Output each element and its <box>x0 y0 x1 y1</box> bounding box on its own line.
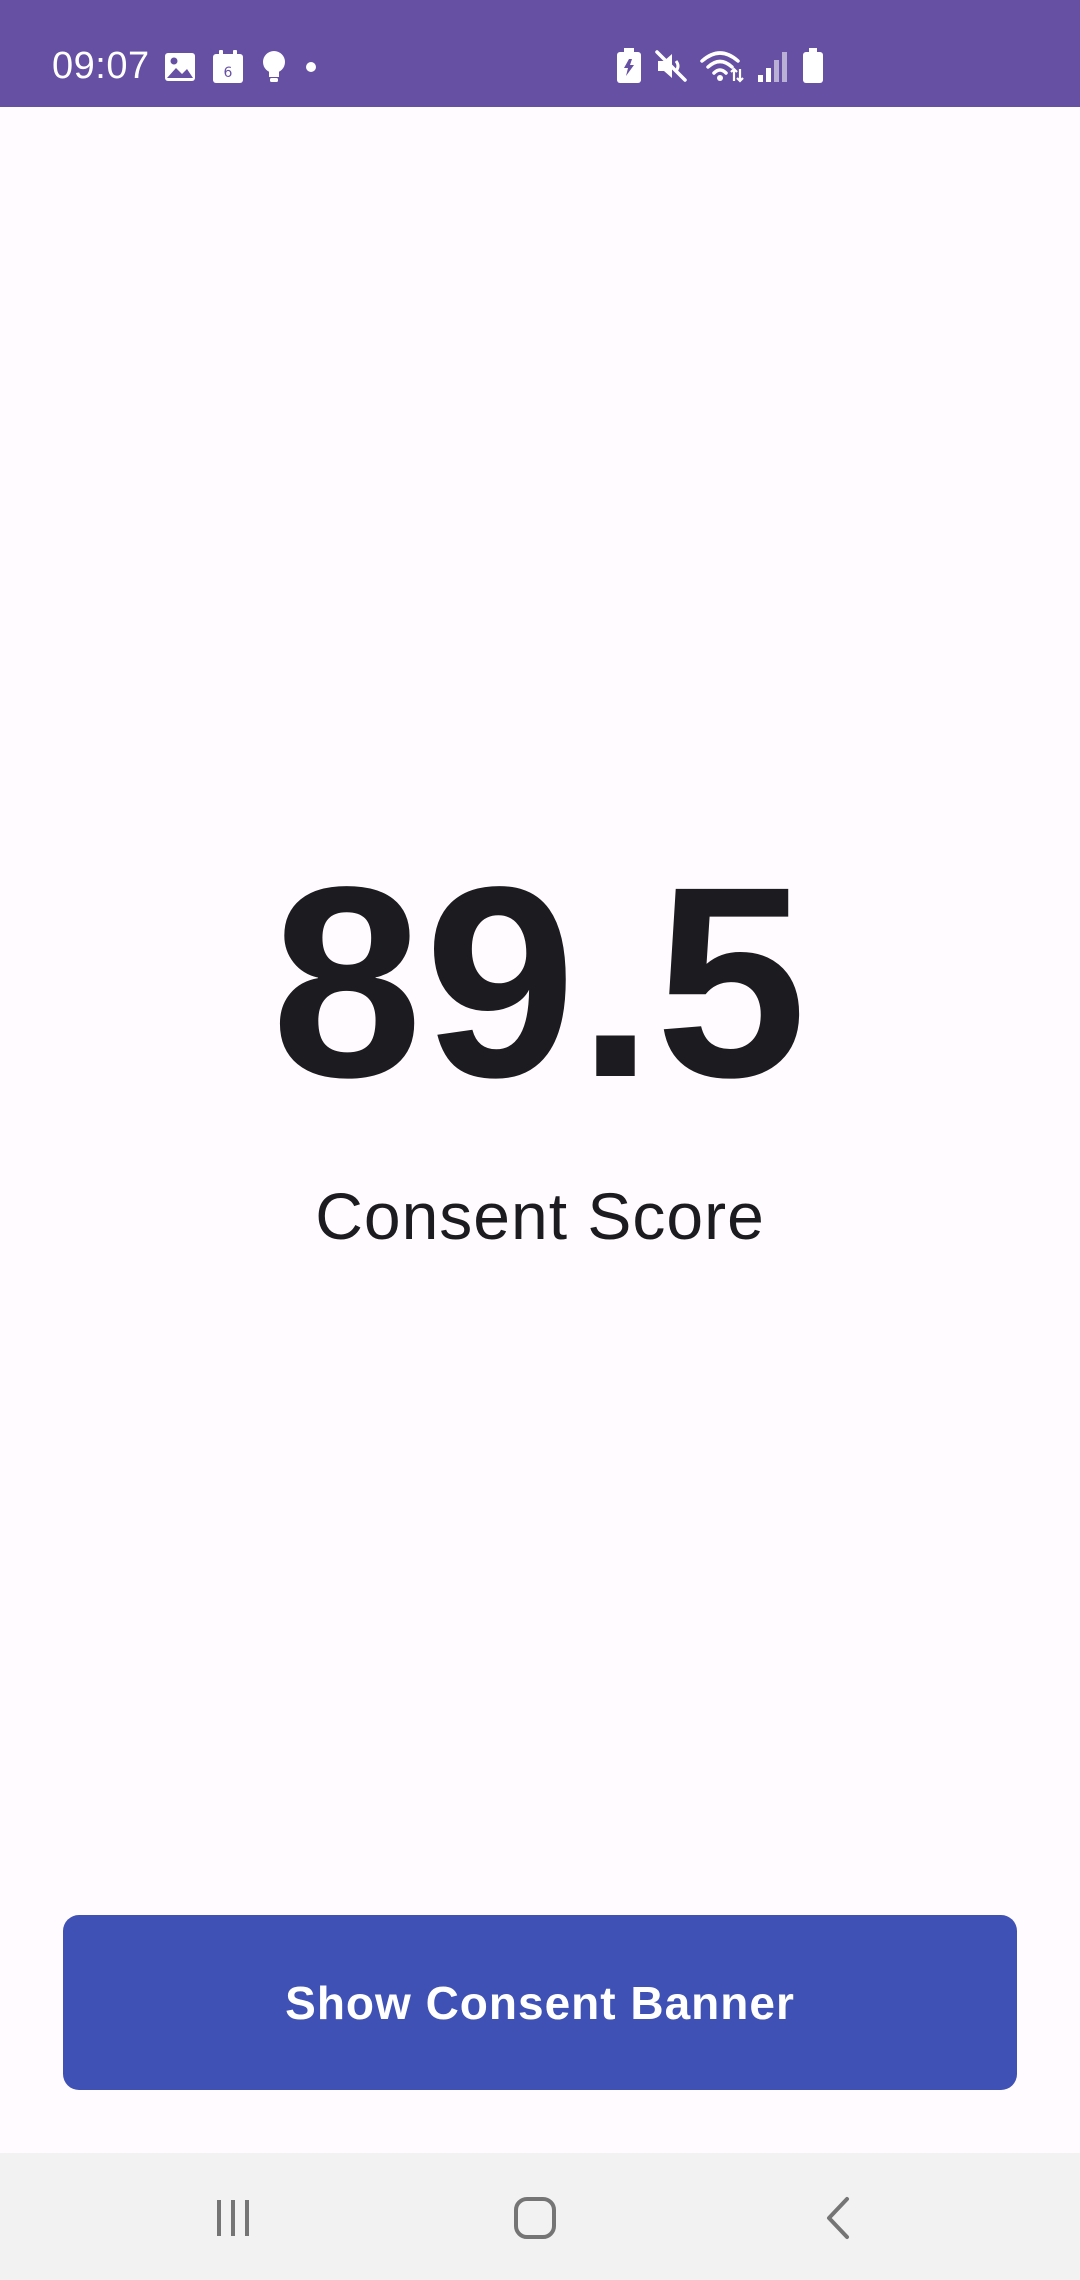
navigation-bar <box>0 2153 1080 2280</box>
battery-icon <box>802 48 824 84</box>
mute-icon <box>654 49 688 83</box>
dot-icon <box>304 60 318 74</box>
home-button[interactable] <box>495 2183 575 2253</box>
status-bar: 09:07 6 <box>0 0 1080 107</box>
home-icon <box>513 2196 557 2240</box>
battery-saver-icon <box>616 48 642 84</box>
back-icon <box>823 2196 853 2240</box>
show-consent-banner-button[interactable]: Show Consent Banner <box>63 1915 1017 2090</box>
system-status-icons <box>616 48 836 84</box>
notification-icons: 6 <box>164 50 334 84</box>
consent-score-value: 89.5 <box>271 830 809 1134</box>
back-button[interactable] <box>798 2183 878 2253</box>
status-time: 09:07 <box>52 45 150 87</box>
wifi-icon <box>700 49 744 83</box>
recent-apps-button[interactable] <box>193 2183 273 2253</box>
recent-apps-icon <box>213 2198 253 2238</box>
lightbulb-icon <box>260 50 288 84</box>
app-screen: 09:07 6 89.5 Consent Score Show Consent … <box>0 0 1080 2280</box>
calendar-day: 6 <box>224 65 233 81</box>
calendar-icon: 6 <box>212 50 244 84</box>
signal-icon <box>756 49 790 83</box>
consent-score-label: Consent Score <box>315 1179 765 1253</box>
image-icon <box>164 51 196 83</box>
